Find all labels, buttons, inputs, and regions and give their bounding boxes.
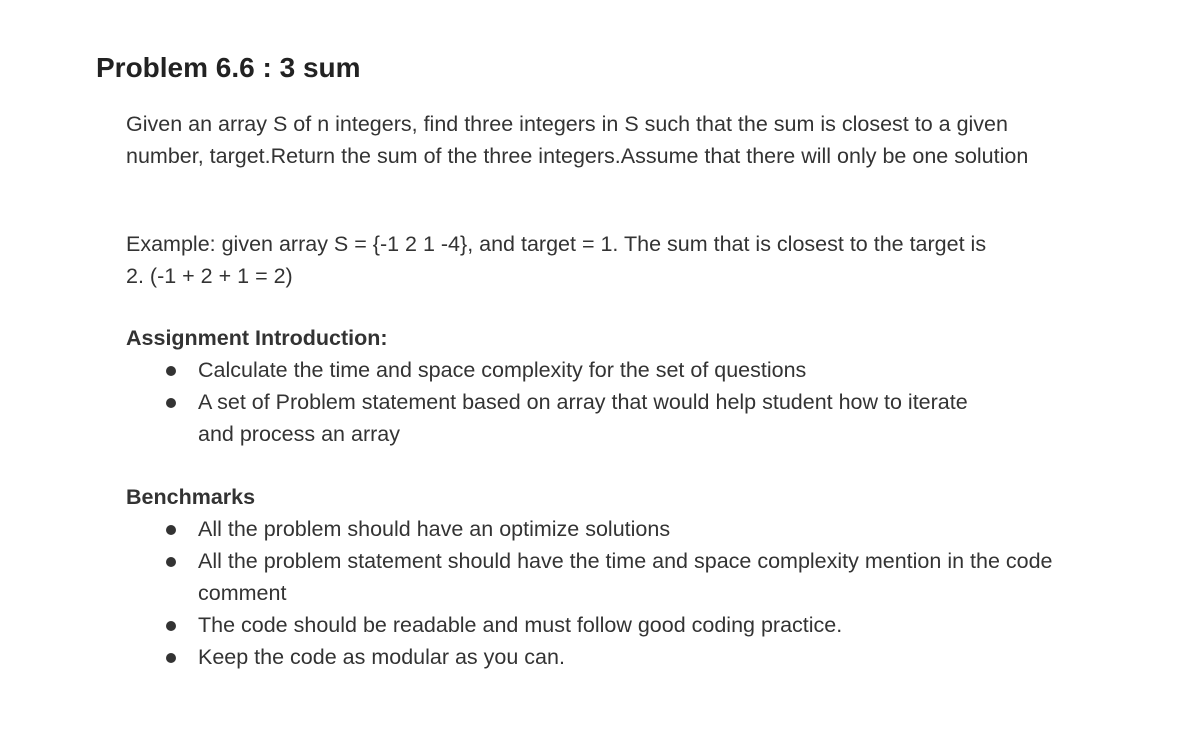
benchmarks-heading: Benchmarks	[126, 485, 256, 509]
assignment-list: Calculate the time and space complexity …	[126, 354, 1006, 450]
problem-title: Problem 6.6 : 3 sum	[96, 52, 361, 83]
bullet-icon	[166, 621, 176, 631]
bullet-icon	[166, 557, 176, 567]
list-item-text: A set of Problem statement based on arra…	[198, 390, 968, 446]
list-item: The code should be readable and must fol…	[126, 609, 1086, 641]
bullet-icon	[166, 366, 176, 376]
list-item-text: Calculate the time and space complexity …	[198, 358, 807, 382]
list-item: Keep the code as modular as you can.	[126, 641, 1086, 673]
list-item: All the problem statement should have th…	[126, 545, 1086, 609]
bullet-icon	[166, 653, 176, 663]
bullet-icon	[166, 398, 176, 408]
problem-example: Example: given array S = {-1 2 1 -4}, an…	[126, 232, 987, 288]
list-item-text: Keep the code as modular as you can.	[198, 645, 565, 669]
list-item-text: All the problem statement should have th…	[198, 549, 1053, 605]
list-item-text: The code should be readable and must fol…	[198, 613, 843, 637]
list-item: Calculate the time and space complexity …	[126, 354, 1006, 386]
problem-description: Given an array S of n integers, find thr…	[126, 112, 1029, 168]
assignment-heading: Assignment Introduction:	[126, 326, 388, 350]
list-item-text: All the problem should have an optimize …	[198, 517, 671, 541]
benchmarks-list: All the problem should have an optimize …	[126, 513, 1086, 673]
list-item: A set of Problem statement based on arra…	[126, 386, 1006, 450]
bullet-icon	[166, 525, 176, 535]
list-item: All the problem should have an optimize …	[126, 513, 1086, 545]
document-page: Problem 6.6 : 3 sum Given an array S of …	[0, 0, 1190, 740]
